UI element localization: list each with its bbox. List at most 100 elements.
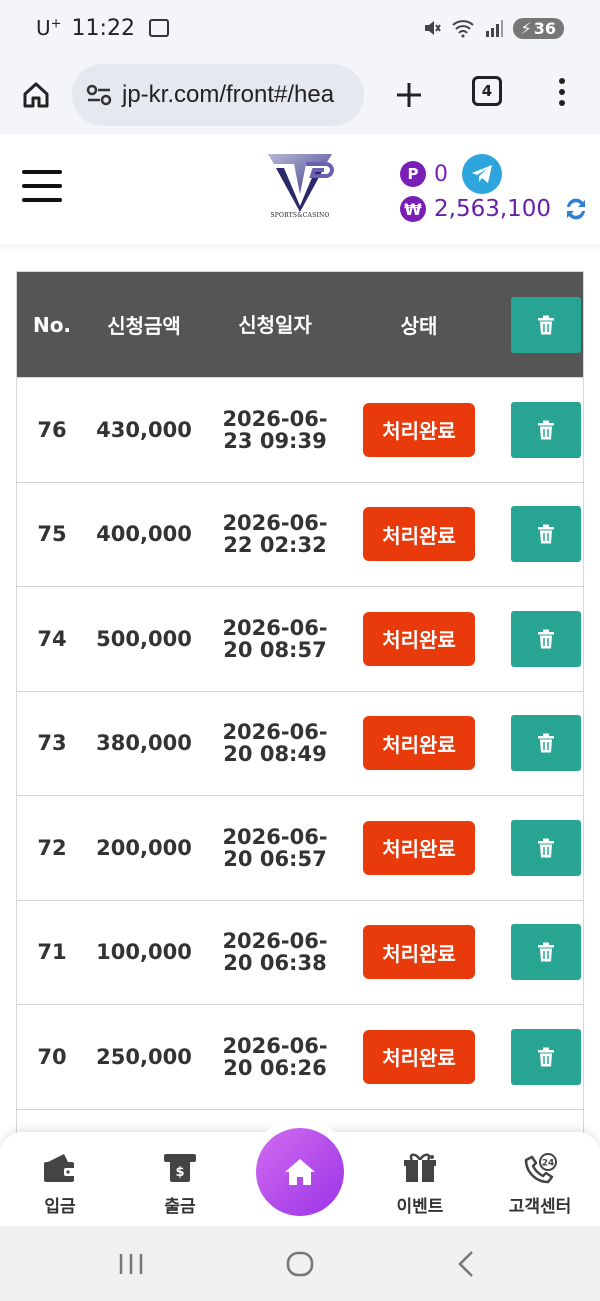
trash-icon <box>538 524 554 544</box>
status-badge[interactable]: 처리완료 <box>363 1029 475 1084</box>
wallet-icon <box>44 1154 76 1182</box>
signal-icon <box>485 20 503 37</box>
column-header-date: 신청일자 <box>238 312 312 337</box>
delete-row-button[interactable] <box>511 401 581 458</box>
status-badge[interactable]: 처리완료 <box>363 402 475 457</box>
status-badge[interactable]: 처리완료 <box>363 507 475 562</box>
table-row: 76 430,000 2026-06- 23 09:39 처리완료 <box>17 377 583 482</box>
trash-icon <box>538 420 554 440</box>
status-badge[interactable]: 처리완료 <box>363 925 475 980</box>
nav-withdraw-label: 출금 <box>164 1197 196 1217</box>
row-no: 76 <box>37 417 67 442</box>
menu-dot-icon <box>559 100 565 106</box>
status-bar: U+ 11:22 ⚡ 36 <box>0 0 600 56</box>
points-row: P 0 <box>400 154 502 194</box>
menu-dot-icon <box>559 89 565 95</box>
clock: 11:22 <box>71 15 135 41</box>
refresh-icon[interactable] <box>563 196 589 222</box>
delete-row-button[interactable] <box>511 610 581 667</box>
status-badge[interactable]: 처리완료 <box>363 716 475 771</box>
support-phone-icon: 24 <box>524 1153 557 1184</box>
back-icon[interactable] <box>454 1246 478 1282</box>
row-amount: 100,000 <box>96 940 192 965</box>
row-amount: 200,000 <box>96 835 192 860</box>
row-no: 73 <box>37 731 67 756</box>
wifi-icon <box>451 20 474 38</box>
trash-icon <box>538 1047 554 1067</box>
status-badge[interactable]: 처리완료 <box>363 820 475 875</box>
table-row: 74 500,000 2026-06- 20 08:57 처리완료 <box>17 586 583 691</box>
delete-all-button[interactable] <box>511 296 581 353</box>
row-date: 2026-06- 23 09:39 <box>222 406 328 453</box>
home-icon <box>23 82 49 108</box>
delete-row-button[interactable] <box>511 506 581 563</box>
mute-icon <box>424 21 441 35</box>
nav-support-label: 고객센터 <box>508 1197 572 1217</box>
trash-icon <box>538 942 554 962</box>
balance-row: ₩ 2,563,100 <box>400 196 589 222</box>
row-date: 2026-06- 22 02:32 <box>222 511 328 558</box>
trash-icon <box>538 629 554 649</box>
browser-menu-button[interactable] <box>550 74 574 110</box>
plus-icon <box>397 83 421 107</box>
browser-home-button[interactable] <box>0 56 72 134</box>
table-row: 71 100,000 2026-06- 20 06:38 처리완료 <box>17 899 583 1004</box>
hamburger-menu-icon[interactable] <box>22 170 62 202</box>
svg-text:24: 24 <box>542 1159 555 1169</box>
logo-text: SPORTS&CASINO <box>270 212 330 219</box>
system-navigation-bar <box>0 1226 600 1301</box>
nav-event-label: 이벤트 <box>396 1197 444 1217</box>
row-amount: 400,000 <box>96 522 192 547</box>
table-row: 72 200,000 2026-06- 20 06:57 처리완료 <box>17 795 583 900</box>
carrier-label: U+ <box>36 16 62 40</box>
currency-badge: ₩ <box>400 196 426 222</box>
column-header-amount: 신청금액 <box>107 314 181 338</box>
nav-support[interactable]: 24 고객센터 <box>485 1152 595 1217</box>
telegram-button[interactable] <box>462 154 502 194</box>
nav-deposit-label: 입금 <box>44 1197 76 1217</box>
address-bar[interactable]: jp-kr.com/front#/hea <box>72 64 364 126</box>
recent-apps-icon[interactable] <box>116 1246 146 1282</box>
trash-icon <box>538 315 554 334</box>
row-date: 2026-06- 20 06:57 <box>222 824 328 871</box>
row-no: 74 <box>37 626 67 651</box>
withdraw-history-table: No. 신청금액 신청일자 상태 76 430,000 2026-06- 23 0… <box>16 271 584 1214</box>
row-date: 2026-06- 20 08:49 <box>222 720 328 767</box>
table-row: 70 250,000 2026-06- 20 06:26 처리완료 <box>17 1004 583 1109</box>
tab-switcher-button[interactable]: 4 <box>472 76 502 106</box>
telegram-icon <box>472 165 492 183</box>
row-date: 2026-06- 20 06:38 <box>222 929 328 976</box>
delete-row-button[interactable] <box>511 924 581 981</box>
nav-deposit[interactable]: 입금 <box>5 1152 115 1217</box>
new-tab-button[interactable] <box>386 64 432 126</box>
svg-text:$: $ <box>175 1165 184 1180</box>
balance-value: 2,563,100 <box>434 196 552 222</box>
delete-row-button[interactable] <box>511 1028 581 1085</box>
nav-withdraw[interactable]: $ 출금 <box>125 1152 235 1217</box>
delete-row-button[interactable] <box>511 819 581 876</box>
trash-icon <box>538 733 554 753</box>
row-no: 70 <box>37 1044 67 1069</box>
row-amount: 500,000 <box>96 626 192 651</box>
row-no: 71 <box>37 940 67 965</box>
row-no: 72 <box>37 835 67 860</box>
home-circle-icon[interactable] <box>284 1246 316 1282</box>
row-date: 2026-06- 20 08:57 <box>222 615 328 662</box>
nav-event[interactable]: 이벤트 <box>365 1152 475 1217</box>
gift-icon <box>404 1153 436 1182</box>
status-badge[interactable]: 처리완료 <box>363 611 475 666</box>
points-badge: P <box>400 161 426 187</box>
column-header-no: No. <box>32 312 72 337</box>
row-amount: 380,000 <box>96 731 192 756</box>
row-amount: 430,000 <box>96 417 192 442</box>
home-button[interactable] <box>256 1128 344 1216</box>
delete-row-button[interactable] <box>511 715 581 772</box>
menu-dot-icon <box>559 78 565 84</box>
home-icon <box>285 1159 315 1185</box>
row-amount: 250,000 <box>96 1044 192 1069</box>
points-value: 0 <box>434 161 448 187</box>
table-row: 73 380,000 2026-06- 20 08:49 처리완료 <box>17 690 583 795</box>
column-header-status: 상태 <box>400 314 438 338</box>
table-header: No. 신청금액 신청일자 상태 <box>17 272 583 377</box>
url-text: jp-kr.com/front#/hea <box>122 81 335 108</box>
